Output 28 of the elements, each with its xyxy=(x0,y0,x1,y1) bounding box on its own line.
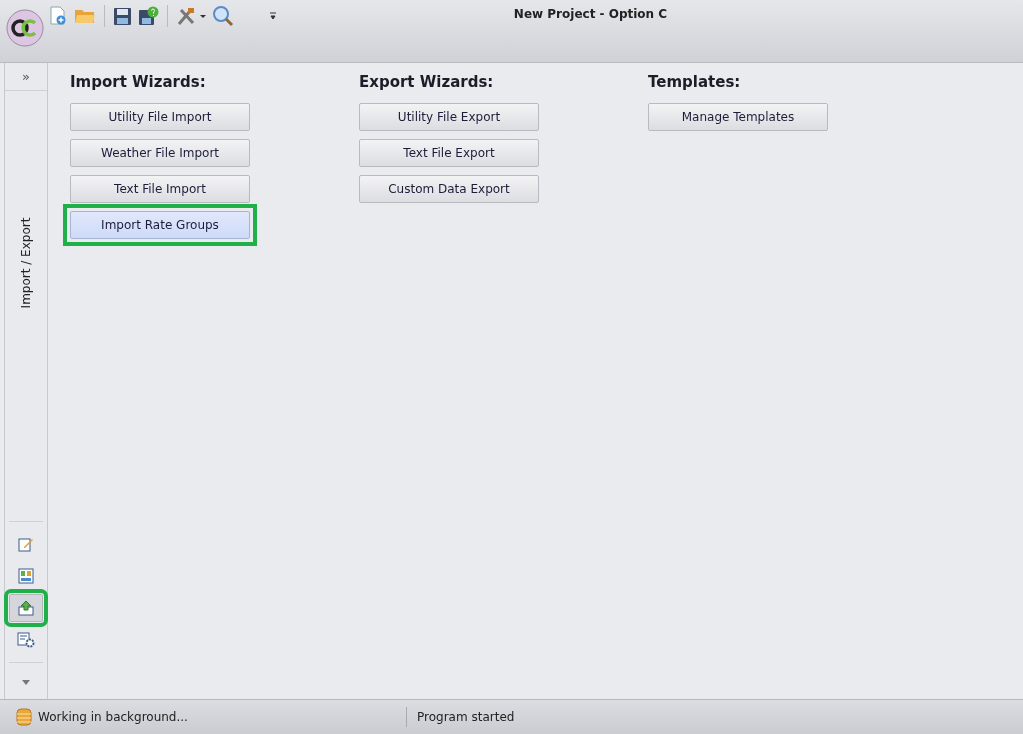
expand-button[interactable]: » xyxy=(5,63,47,91)
settings-icon xyxy=(17,632,35,648)
database-icon xyxy=(16,708,32,726)
wizard-button[interactable]: Manage Templates xyxy=(648,103,828,131)
edit-icon xyxy=(18,536,34,552)
status-text: Working in background... xyxy=(38,710,188,724)
save-help-icon[interactable] xyxy=(138,6,159,26)
tools-icon[interactable] xyxy=(176,6,206,26)
layout-icon xyxy=(18,568,34,584)
wizard-button[interactable]: Utility File Import xyxy=(70,103,250,131)
caret-icon[interactable] xyxy=(22,680,30,685)
wizard-button[interactable]: Text File Import xyxy=(70,175,250,203)
panel-title: Import / Export xyxy=(19,217,33,309)
save-icon[interactable] xyxy=(113,6,132,26)
status-text: Program started xyxy=(417,710,515,724)
wizard-button[interactable]: Weather File Import xyxy=(70,139,250,167)
section-heading: Export Wizards: xyxy=(359,73,495,91)
section-heading: Templates: xyxy=(648,73,742,91)
window-title: New Project - Option C xyxy=(512,6,669,21)
wizard-button[interactable]: Text File Export xyxy=(359,139,539,167)
search-icon[interactable] xyxy=(212,5,234,27)
app-logo-icon[interactable] xyxy=(6,9,44,47)
upload-icon xyxy=(18,600,34,616)
wizard-button[interactable]: Utility File Export xyxy=(359,103,539,131)
wizard-button[interactable]: Import Rate Groups xyxy=(70,211,250,239)
wizard-button[interactable]: Custom Data Export xyxy=(359,175,539,203)
section-heading: Import Wizards: xyxy=(70,73,207,91)
new-document-icon[interactable] xyxy=(48,6,68,26)
